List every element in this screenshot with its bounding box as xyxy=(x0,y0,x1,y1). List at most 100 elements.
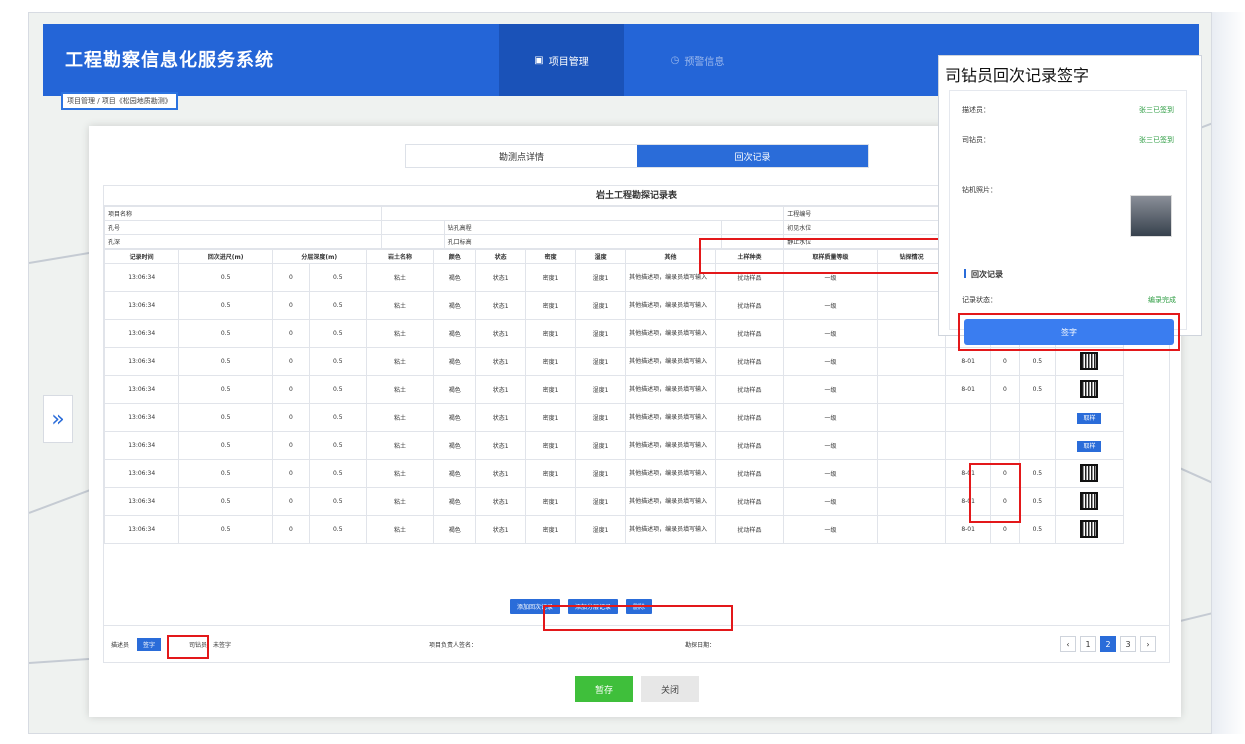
row-soil-name[interactable]: 粘土 xyxy=(365,515,435,544)
row-drill-status[interactable] xyxy=(877,487,947,516)
row-a[interactable] xyxy=(990,431,1020,460)
field-hole[interactable] xyxy=(381,220,445,235)
row-state[interactable]: 状态1 xyxy=(475,515,527,544)
row-state[interactable]: 状态1 xyxy=(475,375,527,404)
row-sample[interactable]: 扰动样品 xyxy=(715,347,784,376)
row-soil-name[interactable]: 粘土 xyxy=(365,263,435,292)
row-other[interactable]: 其他描述项，编录员填写输入 xyxy=(625,375,717,404)
row-depth-start[interactable]: 0 xyxy=(271,459,310,488)
row-other[interactable]: 其他描述项，编录员填写输入 xyxy=(625,319,717,348)
row-soil-name[interactable]: 粘土 xyxy=(365,487,435,516)
row-humidity[interactable]: 湿度1 xyxy=(575,459,627,488)
qr-code-icon[interactable] xyxy=(1080,379,1099,398)
row-depth-end[interactable]: 0.5 xyxy=(308,319,367,348)
row-code[interactable]: 8-01 xyxy=(945,347,992,376)
page-3[interactable]: 3 xyxy=(1120,636,1136,652)
row-drill-status[interactable] xyxy=(877,459,947,488)
row-humidity[interactable]: 湿度1 xyxy=(575,515,627,544)
expand-panel-icon[interactable]: » xyxy=(43,395,73,443)
row-density[interactable]: 密度1 xyxy=(525,487,577,516)
row-color[interactable]: 褐色 xyxy=(433,403,477,432)
row-grade[interactable]: 一级 xyxy=(782,515,879,544)
row-soil-name[interactable]: 粘土 xyxy=(365,459,435,488)
sample-button[interactable]: 取样 xyxy=(1077,441,1102,452)
row-depth-end[interactable]: 0.5 xyxy=(308,487,367,516)
row-grade[interactable]: 一级 xyxy=(782,459,879,488)
row-grade[interactable]: 一级 xyxy=(782,375,879,404)
qr-code-icon[interactable] xyxy=(1080,463,1099,482)
row-density[interactable]: 密度1 xyxy=(525,263,577,292)
row-depth-start[interactable]: 0 xyxy=(271,263,310,292)
row-qr[interactable]: 取样 xyxy=(1054,403,1125,432)
row-color[interactable]: 褐色 xyxy=(433,375,477,404)
row-sample[interactable]: 扰动样品 xyxy=(715,291,784,320)
row-sample[interactable]: 扰动样品 xyxy=(715,487,784,516)
row-humidity[interactable]: 湿度1 xyxy=(575,487,627,516)
row-qr[interactable] xyxy=(1054,515,1125,544)
row-state[interactable]: 状态1 xyxy=(475,403,527,432)
qr-code-icon[interactable] xyxy=(1080,491,1099,510)
row-depth-start[interactable]: 0 xyxy=(271,291,310,320)
row-color[interactable]: 褐色 xyxy=(433,347,477,376)
row-humidity[interactable]: 湿度1 xyxy=(575,375,627,404)
row-state[interactable]: 状态1 xyxy=(475,487,527,516)
row-feed[interactable]: 0.5 xyxy=(178,459,273,488)
row-a[interactable]: 0 xyxy=(990,375,1020,404)
row-humidity[interactable]: 湿度1 xyxy=(575,263,627,292)
row-drill-status[interactable] xyxy=(877,375,947,404)
row-qr[interactable] xyxy=(1054,347,1125,376)
drill-photo[interactable] xyxy=(1130,195,1172,237)
row-qr[interactable]: 取样 xyxy=(1054,431,1125,460)
row-state[interactable]: 状态1 xyxy=(475,291,527,320)
row-humidity[interactable]: 湿度1 xyxy=(575,319,627,348)
row-other[interactable]: 其他描述项，编录员填写输入 xyxy=(625,431,717,460)
row-sample[interactable]: 扰动样品 xyxy=(715,375,784,404)
row-feed[interactable]: 0.5 xyxy=(178,263,273,292)
row-sample[interactable]: 扰动样品 xyxy=(715,319,784,348)
row-density[interactable]: 密度1 xyxy=(525,291,577,320)
row-grade[interactable]: 一级 xyxy=(782,291,879,320)
row-b[interactable]: 0.5 xyxy=(1018,487,1056,516)
page-2[interactable]: 2 xyxy=(1100,636,1116,652)
field-project[interactable] xyxy=(381,206,785,221)
row-soil-name[interactable]: 粘土 xyxy=(365,375,435,404)
row-soil-name[interactable]: 粘土 xyxy=(365,291,435,320)
field-drill-elevation[interactable] xyxy=(720,220,785,235)
row-state[interactable]: 状态1 xyxy=(475,319,527,348)
save-draft-button[interactable]: 暂存 xyxy=(575,676,633,702)
row-depth-start[interactable]: 0 xyxy=(271,347,310,376)
row-soil-name[interactable]: 粘土 xyxy=(365,403,435,432)
row-color[interactable]: 褐色 xyxy=(433,431,477,460)
row-humidity[interactable]: 湿度1 xyxy=(575,347,627,376)
row-feed[interactable]: 0.5 xyxy=(178,347,273,376)
row-sample[interactable]: 扰动样品 xyxy=(715,431,784,460)
row-code[interactable] xyxy=(945,431,992,460)
row-other[interactable]: 其他描述项，编录员填写输入 xyxy=(625,459,717,488)
row-b[interactable]: 0.5 xyxy=(1018,515,1056,544)
row-state[interactable]: 状态1 xyxy=(475,459,527,488)
tab-run-records[interactable]: 回次记录 xyxy=(637,145,868,167)
row-drill-status[interactable] xyxy=(877,319,947,348)
row-color[interactable]: 褐色 xyxy=(433,319,477,348)
row-depth-end[interactable]: 0.5 xyxy=(308,459,367,488)
row-soil-name[interactable]: 粘土 xyxy=(365,431,435,460)
row-state[interactable]: 状态1 xyxy=(475,263,527,292)
row-drill-status[interactable] xyxy=(877,291,947,320)
next-page-icon[interactable]: › xyxy=(1140,636,1156,652)
row-code[interactable]: 8-01 xyxy=(945,375,992,404)
row-qr[interactable] xyxy=(1054,487,1125,516)
close-button[interactable]: 关闭 xyxy=(641,676,699,702)
row-density[interactable]: 密度1 xyxy=(525,459,577,488)
describer-sign-button[interactable]: 签字 xyxy=(137,638,162,651)
prev-page-icon[interactable]: ‹ xyxy=(1060,636,1076,652)
row-color[interactable]: 褐色 xyxy=(433,515,477,544)
nav-project-management[interactable]: ▣ 项目管理 xyxy=(499,24,624,96)
row-feed[interactable]: 0.5 xyxy=(178,319,273,348)
row-depth-start[interactable]: 0 xyxy=(271,319,310,348)
row-color[interactable]: 褐色 xyxy=(433,291,477,320)
row-density[interactable]: 密度1 xyxy=(525,431,577,460)
row-qr[interactable] xyxy=(1054,375,1125,404)
row-b[interactable] xyxy=(1018,431,1056,460)
row-feed[interactable]: 0.5 xyxy=(178,403,273,432)
row-soil-name[interactable]: 粘土 xyxy=(365,319,435,348)
